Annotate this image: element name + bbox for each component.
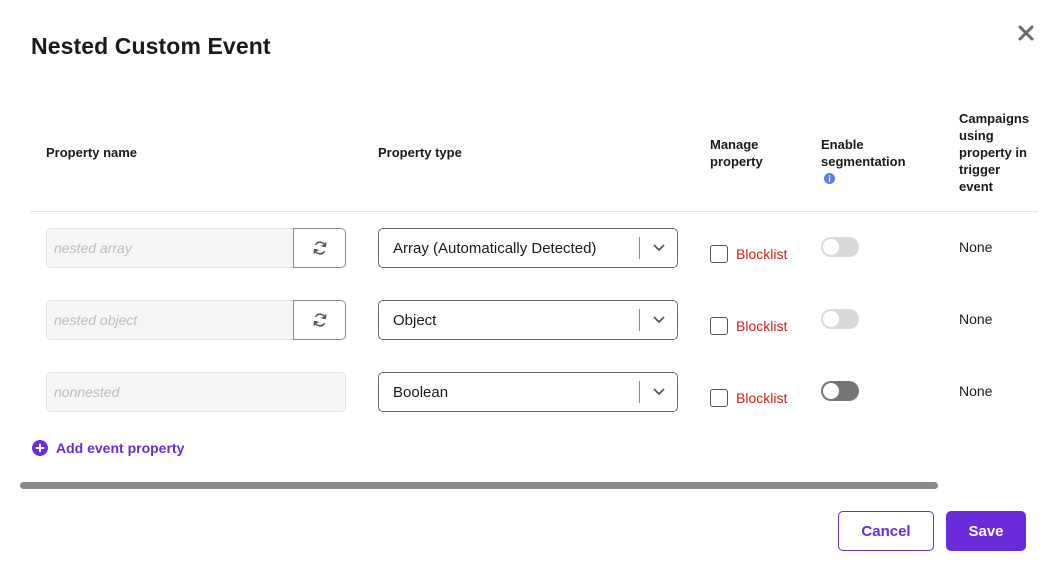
blocklist-label[interactable]: Blocklist — [736, 390, 787, 406]
toggle-knob — [823, 311, 839, 327]
segmentation-toggle[interactable] — [821, 381, 859, 401]
header-property-type: Property type — [378, 145, 462, 160]
modal-title: Nested Custom Event — [31, 33, 271, 59]
table-row: nonnested Boolean Blocklist None — [0, 372, 1057, 412]
blocklist-label[interactable]: Blocklist — [736, 318, 787, 334]
blocklist-checkbox[interactable] — [710, 317, 728, 335]
property-name-input[interactable]: nonnested — [46, 372, 346, 412]
blocklist-checkbox[interactable] — [710, 245, 728, 263]
nested-custom-event-modal: Nested Custom Event Property name Proper… — [0, 0, 1057, 583]
refresh-icon — [312, 313, 327, 327]
cancel-button[interactable]: Cancel — [838, 511, 934, 551]
header-campaigns: Campaigns using property in trigger even… — [959, 111, 1030, 194]
header-enable-segmentation: Enable segmentation — [821, 136, 913, 187]
refresh-button[interactable] — [293, 228, 346, 268]
chevron-down-icon — [640, 388, 677, 396]
segmentation-toggle[interactable] — [821, 309, 859, 329]
campaigns-value: None — [959, 239, 993, 255]
blocklist-label[interactable]: Blocklist — [736, 246, 787, 262]
refresh-icon — [312, 241, 327, 255]
toggle-knob — [823, 239, 839, 255]
table-header: Property name Property type Manage prope… — [30, 100, 1038, 212]
refresh-button[interactable] — [293, 300, 346, 340]
close-icon — [1018, 25, 1034, 41]
property-name-input[interactable]: nested array — [46, 228, 294, 268]
chevron-down-icon — [640, 316, 677, 324]
toggle-knob — [823, 383, 839, 399]
blocklist-checkbox[interactable] — [710, 389, 728, 407]
table-row: nested object Object Blocklist None — [0, 300, 1057, 340]
campaigns-value: None — [959, 311, 993, 327]
chevron-down-icon — [640, 244, 677, 252]
property-name-input[interactable]: nested object — [46, 300, 294, 340]
property-type-value: Boolean — [393, 383, 449, 401]
header-manage-property: Manage property — [710, 137, 763, 169]
close-button[interactable] — [1013, 20, 1039, 46]
table-row: nested array Array (Automatically Detect… — [0, 228, 1057, 268]
property-type-value: Object — [393, 311, 437, 329]
add-event-property-label: Add event property — [56, 440, 185, 456]
property-type-value: Array (Automatically Detected) — [393, 239, 597, 257]
add-event-property-button[interactable]: Add event property — [32, 440, 184, 456]
header-enable-segmentation-label: Enable segmentation — [821, 137, 906, 169]
header-property-name: Property name — [46, 145, 138, 160]
plus-circle-icon — [32, 440, 48, 456]
info-icon[interactable] — [824, 173, 835, 184]
horizontal-scrollbar[interactable] — [20, 482, 938, 489]
segmentation-toggle[interactable] — [821, 237, 859, 257]
property-type-select[interactable]: Array (Automatically Detected) — [378, 228, 678, 268]
save-button[interactable]: Save — [946, 511, 1026, 551]
campaigns-value: None — [959, 383, 993, 399]
property-type-select[interactable]: Boolean — [378, 372, 678, 412]
property-type-select[interactable]: Object — [378, 300, 678, 340]
